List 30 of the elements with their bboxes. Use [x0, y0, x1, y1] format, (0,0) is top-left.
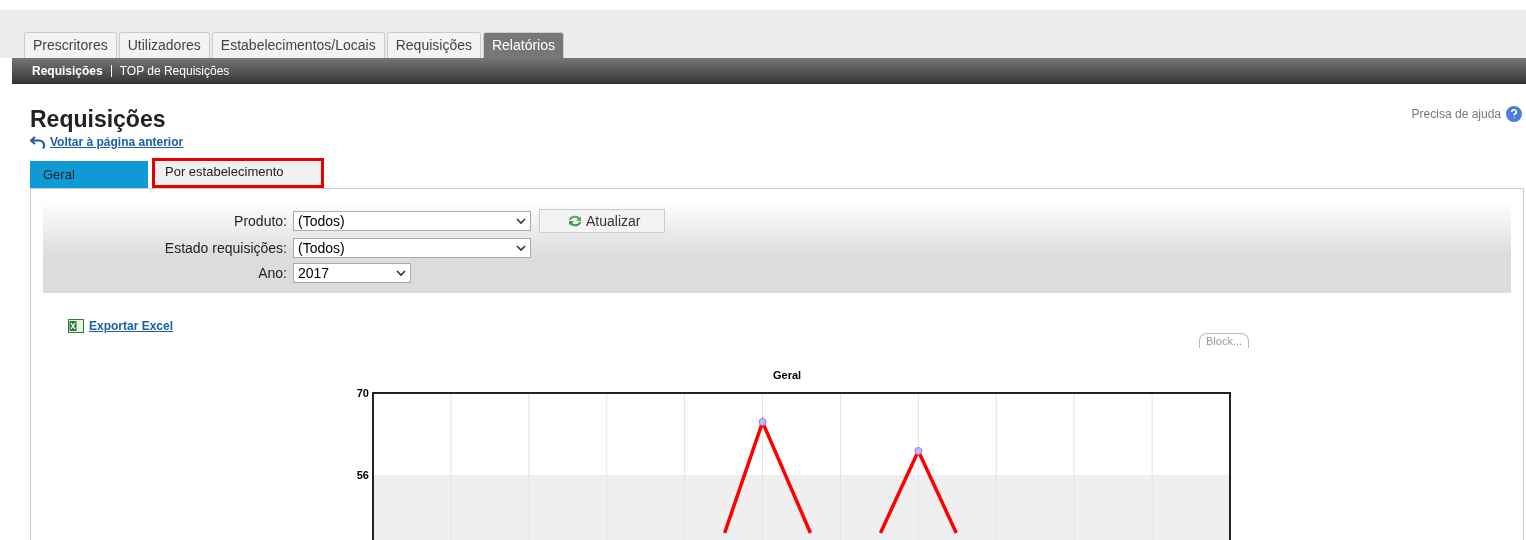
nav-tab[interactable]: Utilizadores — [118, 32, 210, 58]
refresh-icon — [566, 213, 584, 229]
filter-select[interactable]: 2017 — [293, 263, 411, 283]
help-icon — [1506, 106, 1522, 122]
sub-nav-link[interactable]: TOP de Requisições — [119, 64, 230, 78]
nav-tab[interactable]: Requisições — [386, 32, 481, 58]
spreadsheet-icon — [68, 319, 84, 333]
nav-tab[interactable]: Estabelecimentos/Locais — [211, 32, 385, 58]
export-link[interactable]: Exportar Excel — [89, 319, 174, 333]
filter-select[interactable]: (Todos) — [293, 238, 531, 258]
help-link[interactable]: Precisa de ajuda — [1411, 107, 1501, 121]
back-link[interactable]: Voltar à página anterior — [50, 135, 184, 149]
chevron-down-icon — [516, 244, 526, 252]
chevron-down-icon — [396, 269, 406, 277]
axis-tick-label: 70 — [356, 387, 369, 399]
report-tab[interactable]: Geral — [30, 161, 148, 188]
axis-tick-label: 56 — [356, 469, 369, 481]
filter-label: Ano: — [258, 265, 287, 281]
filter-label: Produto: — [234, 213, 287, 229]
report-tab[interactable]: Por estabelecimento — [152, 158, 324, 188]
back-arrow-icon — [30, 135, 47, 149]
page-title: Requisições — [30, 106, 166, 133]
filter-label: Estado requisições: — [164, 240, 287, 256]
chevron-down-icon — [516, 217, 526, 225]
nav-tab[interactable]: Relatórios — [482, 32, 564, 58]
refresh-button[interactable]: Atualizar — [539, 209, 666, 233]
nav-tab[interactable]: Prescritores — [24, 32, 117, 58]
filter-select[interactable]: (Todos) — [293, 211, 531, 231]
sub-nav-link[interactable]: Requisições — [32, 64, 103, 78]
chart-title: Geral — [773, 369, 802, 381]
